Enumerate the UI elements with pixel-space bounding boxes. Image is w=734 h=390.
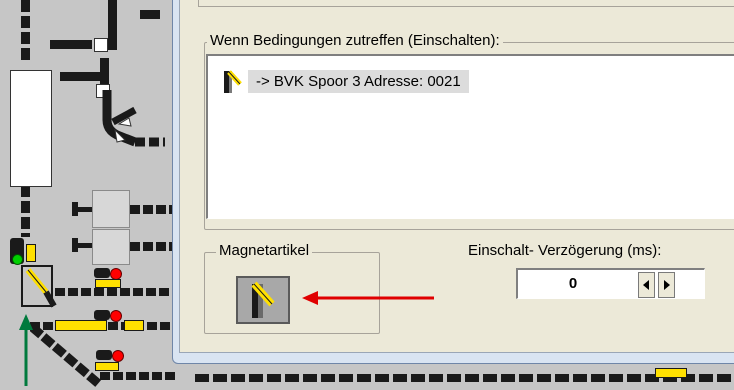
- track-segment: [55, 288, 175, 296]
- track-segment: [108, 0, 117, 50]
- track-segment: [130, 205, 175, 214]
- increment-button[interactable]: [658, 272, 675, 298]
- track-segment-active: [655, 368, 687, 378]
- track-segment: [60, 72, 100, 81]
- red-arrow-annotation: [302, 291, 434, 305]
- occupied-block: [10, 70, 52, 187]
- track-segment: [130, 242, 175, 251]
- signal-red-lamp: [110, 310, 122, 322]
- track-segment-active: [124, 320, 144, 331]
- track-curve: [102, 90, 165, 147]
- delay-spinner[interactable]: 0: [516, 268, 705, 299]
- signal-head: [94, 268, 110, 278]
- arrow-left-icon: [643, 280, 649, 290]
- delay-value[interactable]: 0: [518, 270, 628, 298]
- track-segment: [50, 40, 92, 49]
- track-segment: [21, 0, 30, 60]
- track-segment-active: [95, 279, 121, 288]
- list-item-text: -> BVK Spoor 3 Adresse: 0021: [248, 69, 469, 93]
- screenshot: Wenn Bedingungen zutreffen (Einschalten)…: [0, 0, 734, 390]
- signal-box[interactable]: [92, 190, 130, 228]
- decrement-button[interactable]: [638, 272, 655, 298]
- track-segment-active: [95, 362, 119, 371]
- track-segment-active: [26, 244, 36, 262]
- track-segment: [21, 185, 30, 237]
- list-item[interactable]: -> BVK Spoor 3 Adresse: 0021: [222, 68, 469, 94]
- arrow-right-icon: [664, 280, 670, 290]
- signal-arm: [76, 207, 92, 212]
- condition-group-label: Wenn Bedingungen zutreffen (Einschalten)…: [207, 32, 503, 50]
- signal-red-lamp: [112, 350, 124, 362]
- track-diagram-bottom: [175, 362, 734, 390]
- magnet-article-button[interactable]: [236, 276, 290, 324]
- signal-box[interactable]: [92, 229, 130, 265]
- top-panel: [198, 0, 734, 7]
- track-segment: [100, 372, 175, 380]
- signal-arm: [76, 243, 92, 248]
- track-segment: [94, 38, 108, 52]
- signal-head: [94, 310, 110, 320]
- turnout-switch-icon: [251, 281, 275, 318]
- turnout-icon: [224, 70, 242, 93]
- green-arrow-annotation: [19, 314, 33, 386]
- track-segment: [140, 10, 160, 19]
- delay-label: Einschalt- Verzögerung (ms):: [468, 242, 662, 259]
- turnout[interactable]: [20, 262, 80, 312]
- magnet-group-label: Magnetartikel: [216, 242, 313, 260]
- signal-head: [96, 350, 112, 360]
- condition-listbox[interactable]: -> BVK Spoor 3 Adresse: 0021: [206, 54, 734, 219]
- track-segment: [195, 374, 734, 382]
